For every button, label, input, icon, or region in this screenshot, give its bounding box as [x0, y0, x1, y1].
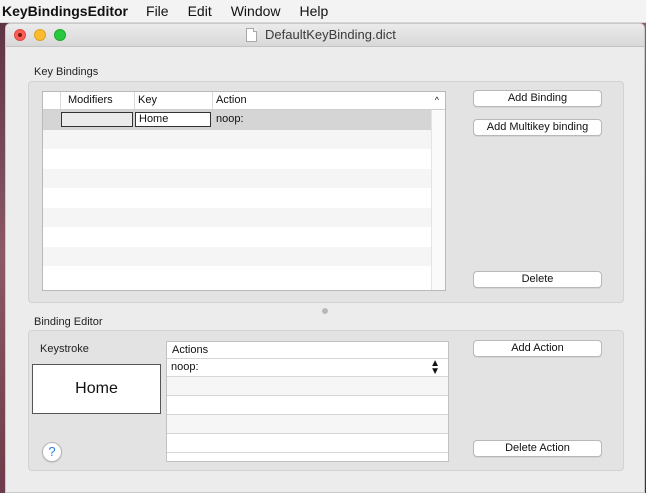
column-header-modifiers[interactable]: Modifiers: [61, 92, 135, 109]
key-bindings-label: Key Bindings: [34, 66, 99, 78]
table-row-empty: [43, 129, 445, 149]
menu-window[interactable]: Window: [231, 3, 281, 19]
actions-column-header: Actions: [167, 342, 448, 359]
zoom-window-button[interactable]: [54, 29, 66, 41]
binding-editor-label: Binding Editor: [34, 316, 103, 328]
minimize-window-button[interactable]: [34, 29, 46, 41]
table-header: Modifiers Key Action ^: [43, 92, 445, 110]
table-row[interactable]: Home noop:: [43, 110, 445, 130]
header-spacer: [43, 92, 61, 109]
table-row-empty: [43, 227, 445, 247]
table-row-empty: [43, 207, 445, 227]
delete-action-button[interactable]: Delete Action: [473, 440, 602, 457]
menu-file[interactable]: File: [146, 3, 169, 19]
delete-binding-button[interactable]: Delete: [473, 271, 602, 288]
main-window: DefaultKeyBinding.dict Key Bindings Modi…: [5, 23, 645, 493]
table-scrollbar[interactable]: [431, 110, 445, 290]
split-view-handle[interactable]: [322, 308, 328, 314]
sort-ascending-icon: ^: [434, 95, 439, 105]
list-item: [167, 377, 448, 396]
document-icon: [246, 27, 257, 42]
list-item: [167, 396, 448, 415]
key-cell-editor[interactable]: Home: [135, 112, 211, 127]
column-header-action-label: Action: [216, 94, 247, 106]
menu-app-name[interactable]: KeyBindingsEditor: [2, 3, 128, 19]
list-item: [167, 415, 448, 434]
column-header-key[interactable]: Key: [135, 92, 213, 109]
table-row-empty: [43, 246, 445, 266]
table-rows: Home noop:: [43, 110, 445, 286]
keystroke-label: Keystroke: [40, 343, 89, 355]
add-action-button[interactable]: Add Action: [473, 340, 602, 357]
menu-edit[interactable]: Edit: [188, 3, 212, 19]
actions-table[interactable]: Actions noop: ▲ ▼: [166, 341, 449, 462]
table-row-empty: [43, 168, 445, 188]
menu-bar: KeyBindingsEditor File Edit Window Help: [0, 0, 646, 23]
up-down-chevron-icon: ▲ ▼: [430, 358, 440, 377]
menu-help[interactable]: Help: [300, 3, 329, 19]
table-row-empty: [43, 188, 445, 208]
table-row-empty: [43, 149, 445, 169]
help-button[interactable]: ?: [42, 442, 62, 462]
window-title: DefaultKeyBinding.dict: [246, 27, 396, 42]
key-bindings-table[interactable]: Modifiers Key Action ^ Home noop:: [42, 91, 446, 291]
add-binding-button[interactable]: Add Binding: [473, 90, 602, 107]
window-title-text: DefaultKeyBinding.dict: [265, 27, 396, 42]
modifiers-cell-editor[interactable]: [61, 112, 133, 127]
close-window-button[interactable]: [14, 29, 26, 41]
action-popup-button[interactable]: noop: ▲ ▼: [167, 359, 448, 377]
action-cell[interactable]: noop:: [216, 110, 244, 129]
keystroke-field[interactable]: Home: [32, 364, 161, 414]
title-bar[interactable]: DefaultKeyBinding.dict: [6, 24, 644, 47]
table-row-empty: [43, 266, 445, 286]
list-item: [167, 434, 448, 453]
action-popup-value: noop:: [171, 361, 199, 373]
column-header-action[interactable]: Action ^: [213, 92, 445, 109]
add-multikey-binding-button[interactable]: Add Multikey binding: [473, 119, 602, 136]
